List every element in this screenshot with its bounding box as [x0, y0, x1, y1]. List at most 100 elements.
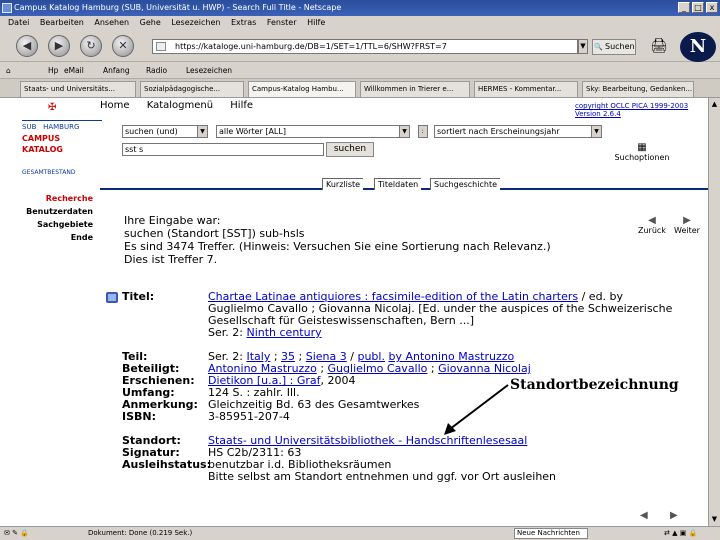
nav-home[interactable]: Home — [100, 100, 130, 111]
status-tray-icons: ⇄ ▲ ▣ 🔒 — [664, 529, 698, 537]
navigation-toolbar: ◀ ▶ ↻ ✕ https://kataloge.uni-hamburg.de/… — [0, 30, 720, 62]
tab-1[interactable]: Staats- und Universitäts... — [20, 81, 136, 97]
search-mode-select[interactable]: suchen (und) ▼ — [122, 125, 208, 138]
book-icon — [106, 292, 118, 303]
leftnav-ende[interactable]: Ende — [0, 231, 96, 244]
menu-lesezeichen[interactable]: Lesezeichen — [171, 18, 220, 27]
menu-gehe[interactable]: Gehe — [140, 18, 161, 27]
leftnav-sachgebiete[interactable]: Sachgebiete — [0, 218, 96, 231]
copyright-link[interactable]: copyright OCLC PICA 1999-2003 Version 2.… — [575, 102, 688, 118]
next-label: Weiter — [674, 226, 700, 235]
menu-bar: Datei Bearbeiten Ansehen Gehe Lesezeiche… — [0, 16, 720, 30]
search-button[interactable]: Suchen — [592, 39, 636, 55]
search-options[interactable]: ▦ Suchoptionen — [612, 142, 672, 162]
nav-hilfe[interactable]: Hilfe — [230, 100, 253, 111]
print-icon[interactable]: 🖨 — [650, 37, 670, 55]
page-content: ✠ Home Katalogmenü Hilfe copyright OCLC … — [0, 98, 708, 526]
bottom-prev-icon[interactable]: ◀ — [640, 510, 648, 521]
bookmark-hp[interactable]: Hp — [48, 62, 58, 79]
logo-campus: CAMPUS — [22, 134, 61, 143]
search-mode-value: suchen (und) — [125, 127, 178, 136]
dots-icon: : — [419, 126, 427, 137]
next-button[interactable]: ▶ Weiter — [674, 215, 700, 235]
chevron-down-icon: ▼ — [197, 126, 207, 137]
tab-6[interactable]: Sky: Bearbeitung, Gedanken... — [582, 81, 694, 97]
suchen-button[interactable]: suchen — [326, 142, 374, 157]
back-icon[interactable]: ◀ — [16, 35, 38, 57]
titel-rest4: Ser. 2: — [208, 326, 247, 339]
tab-5[interactable]: HERMES - Kommentar... — [474, 81, 578, 97]
menu-fenster[interactable]: Fenster — [267, 18, 297, 27]
sort-select[interactable]: sortiert nach Erscheinungsjahr ▼ — [434, 125, 602, 138]
status-text: Dokument: Done (0.219 Sek.) — [88, 529, 193, 537]
tab-bar: Staats- und Universitäts... Sozialpädago… — [0, 79, 720, 98]
arrow-left-icon: ◀ — [648, 215, 656, 226]
stop-icon[interactable]: ✕ — [112, 35, 134, 57]
scroll-down-icon[interactable]: ▼ — [710, 515, 719, 524]
label-isbn: ISBN: — [122, 410, 157, 423]
search-index-value: alle Wörter [ALL] — [219, 127, 286, 136]
menu-bearbeiten[interactable]: Bearbeiten — [40, 18, 84, 27]
label-titel: Titel: — [122, 290, 155, 303]
window-title: Campus Katalog Hamburg (SUB, Universität… — [14, 3, 342, 12]
logo-hamburg: HAMBURG — [43, 123, 80, 131]
scroll-up-icon[interactable]: ▲ — [710, 100, 719, 109]
erschienen-rest: , 2004 — [320, 374, 356, 387]
info-line3: Es sind 3474 Treffer. (Hinweis: Versuche… — [124, 240, 551, 253]
url-dropdown-icon[interactable]: ▼ — [578, 39, 588, 54]
menu-extras[interactable]: Extras — [231, 18, 256, 27]
view-tabs: Kurzliste Titeldaten Suchgeschichte — [100, 178, 708, 190]
leftnav-recherche[interactable]: Recherche — [0, 192, 96, 205]
prev-button[interactable]: ◀ Zurück — [638, 215, 666, 235]
logo-sub: SUB — [22, 123, 37, 131]
campus-katalog-logo: SUB HAMBURG CAMPUS KATALOG GESAMTBESTAND — [22, 120, 102, 178]
netscape-logo[interactable]: N — [680, 32, 716, 62]
info-line2: suchen (Standort [SST]) sub-hsls — [124, 227, 305, 240]
search-field-button[interactable]: : — [418, 125, 428, 138]
tab-2[interactable]: Sozialpädagogische... — [140, 81, 244, 97]
beteiligt-nicolaj-link[interactable]: Giovanna Nicolaj — [438, 362, 531, 375]
bookmark-lesezeichen[interactable]: Lesezeichen — [186, 62, 232, 79]
leftnav-benutzerdaten[interactable]: Benutzerdaten — [0, 205, 96, 218]
annotation-label: Standortbezeichnung — [510, 377, 679, 393]
vertical-scrollbar[interactable]: ▲ ▼ — [708, 98, 720, 526]
annotation-arrow-icon — [444, 384, 509, 435]
bookmark-email[interactable]: eMail — [64, 62, 84, 79]
window-controls: _ □ x — [678, 2, 718, 13]
tab-suchgeschichte[interactable]: Suchgeschichte — [430, 178, 501, 190]
minimize-button[interactable]: _ — [678, 2, 690, 13]
ausleih-line2: Bitte selbst am Standort entnehmen und g… — [208, 470, 557, 483]
tab-3[interactable]: Campus-Katalog Hambu... — [248, 81, 356, 97]
maximize-button[interactable]: □ — [692, 2, 704, 13]
tab-titeldaten[interactable]: Titeldaten — [374, 178, 422, 190]
search-input[interactable]: sst s — [122, 143, 324, 156]
status-icons: ✉ ✎ 🔒 — [4, 529, 29, 537]
search-options-label: Suchoptionen — [614, 153, 670, 162]
bookmark-anfang[interactable]: Anfang — [103, 62, 130, 79]
logo-gesamtbestand: GESAMTBESTAND — [22, 169, 76, 176]
bottom-navigation: ◀ ▶ — [640, 510, 678, 521]
status-bar: ✉ ✎ 🔒 Dokument: Done (0.219 Sek.) Neue N… — [0, 526, 720, 540]
menu-ansehen[interactable]: Ansehen — [94, 18, 129, 27]
arrow-right-icon: ▶ — [683, 215, 691, 226]
hamburg-emblem-icon: ✠ — [48, 102, 57, 113]
news-indicator[interactable]: Neue Nachrichten — [514, 528, 588, 539]
search-index-select[interactable]: alle Wörter [ALL] ▼ — [216, 125, 410, 138]
close-button[interactable]: x — [706, 2, 718, 13]
home-icon[interactable]: ⌂ — [6, 62, 11, 79]
app-icon — [2, 3, 12, 13]
forward-icon[interactable]: ▶ — [48, 35, 70, 57]
info-line4: Dies ist Treffer 7. — [124, 253, 218, 266]
reload-icon[interactable]: ↻ — [80, 35, 102, 57]
page-icon — [156, 42, 166, 51]
bottom-next-icon[interactable]: ▶ — [670, 510, 678, 521]
nav-katalogmenu[interactable]: Katalogmenü — [147, 100, 213, 111]
url-field[interactable]: https://kataloge.uni-hamburg.de/DB=1/SET… — [152, 39, 578, 54]
menu-datei[interactable]: Datei — [8, 18, 29, 27]
menu-hilfe[interactable]: Hilfe — [307, 18, 325, 27]
ninth-century-link[interactable]: Ninth century — [246, 326, 321, 339]
bookmark-radio[interactable]: Radio — [146, 62, 167, 79]
tab-4[interactable]: Willkommen in Trierer e... — [360, 81, 470, 97]
copyright: copyright OCLC PICA 1999-2003 Version 2.… — [575, 102, 708, 118]
tab-kurzliste[interactable]: Kurzliste — [322, 178, 364, 190]
